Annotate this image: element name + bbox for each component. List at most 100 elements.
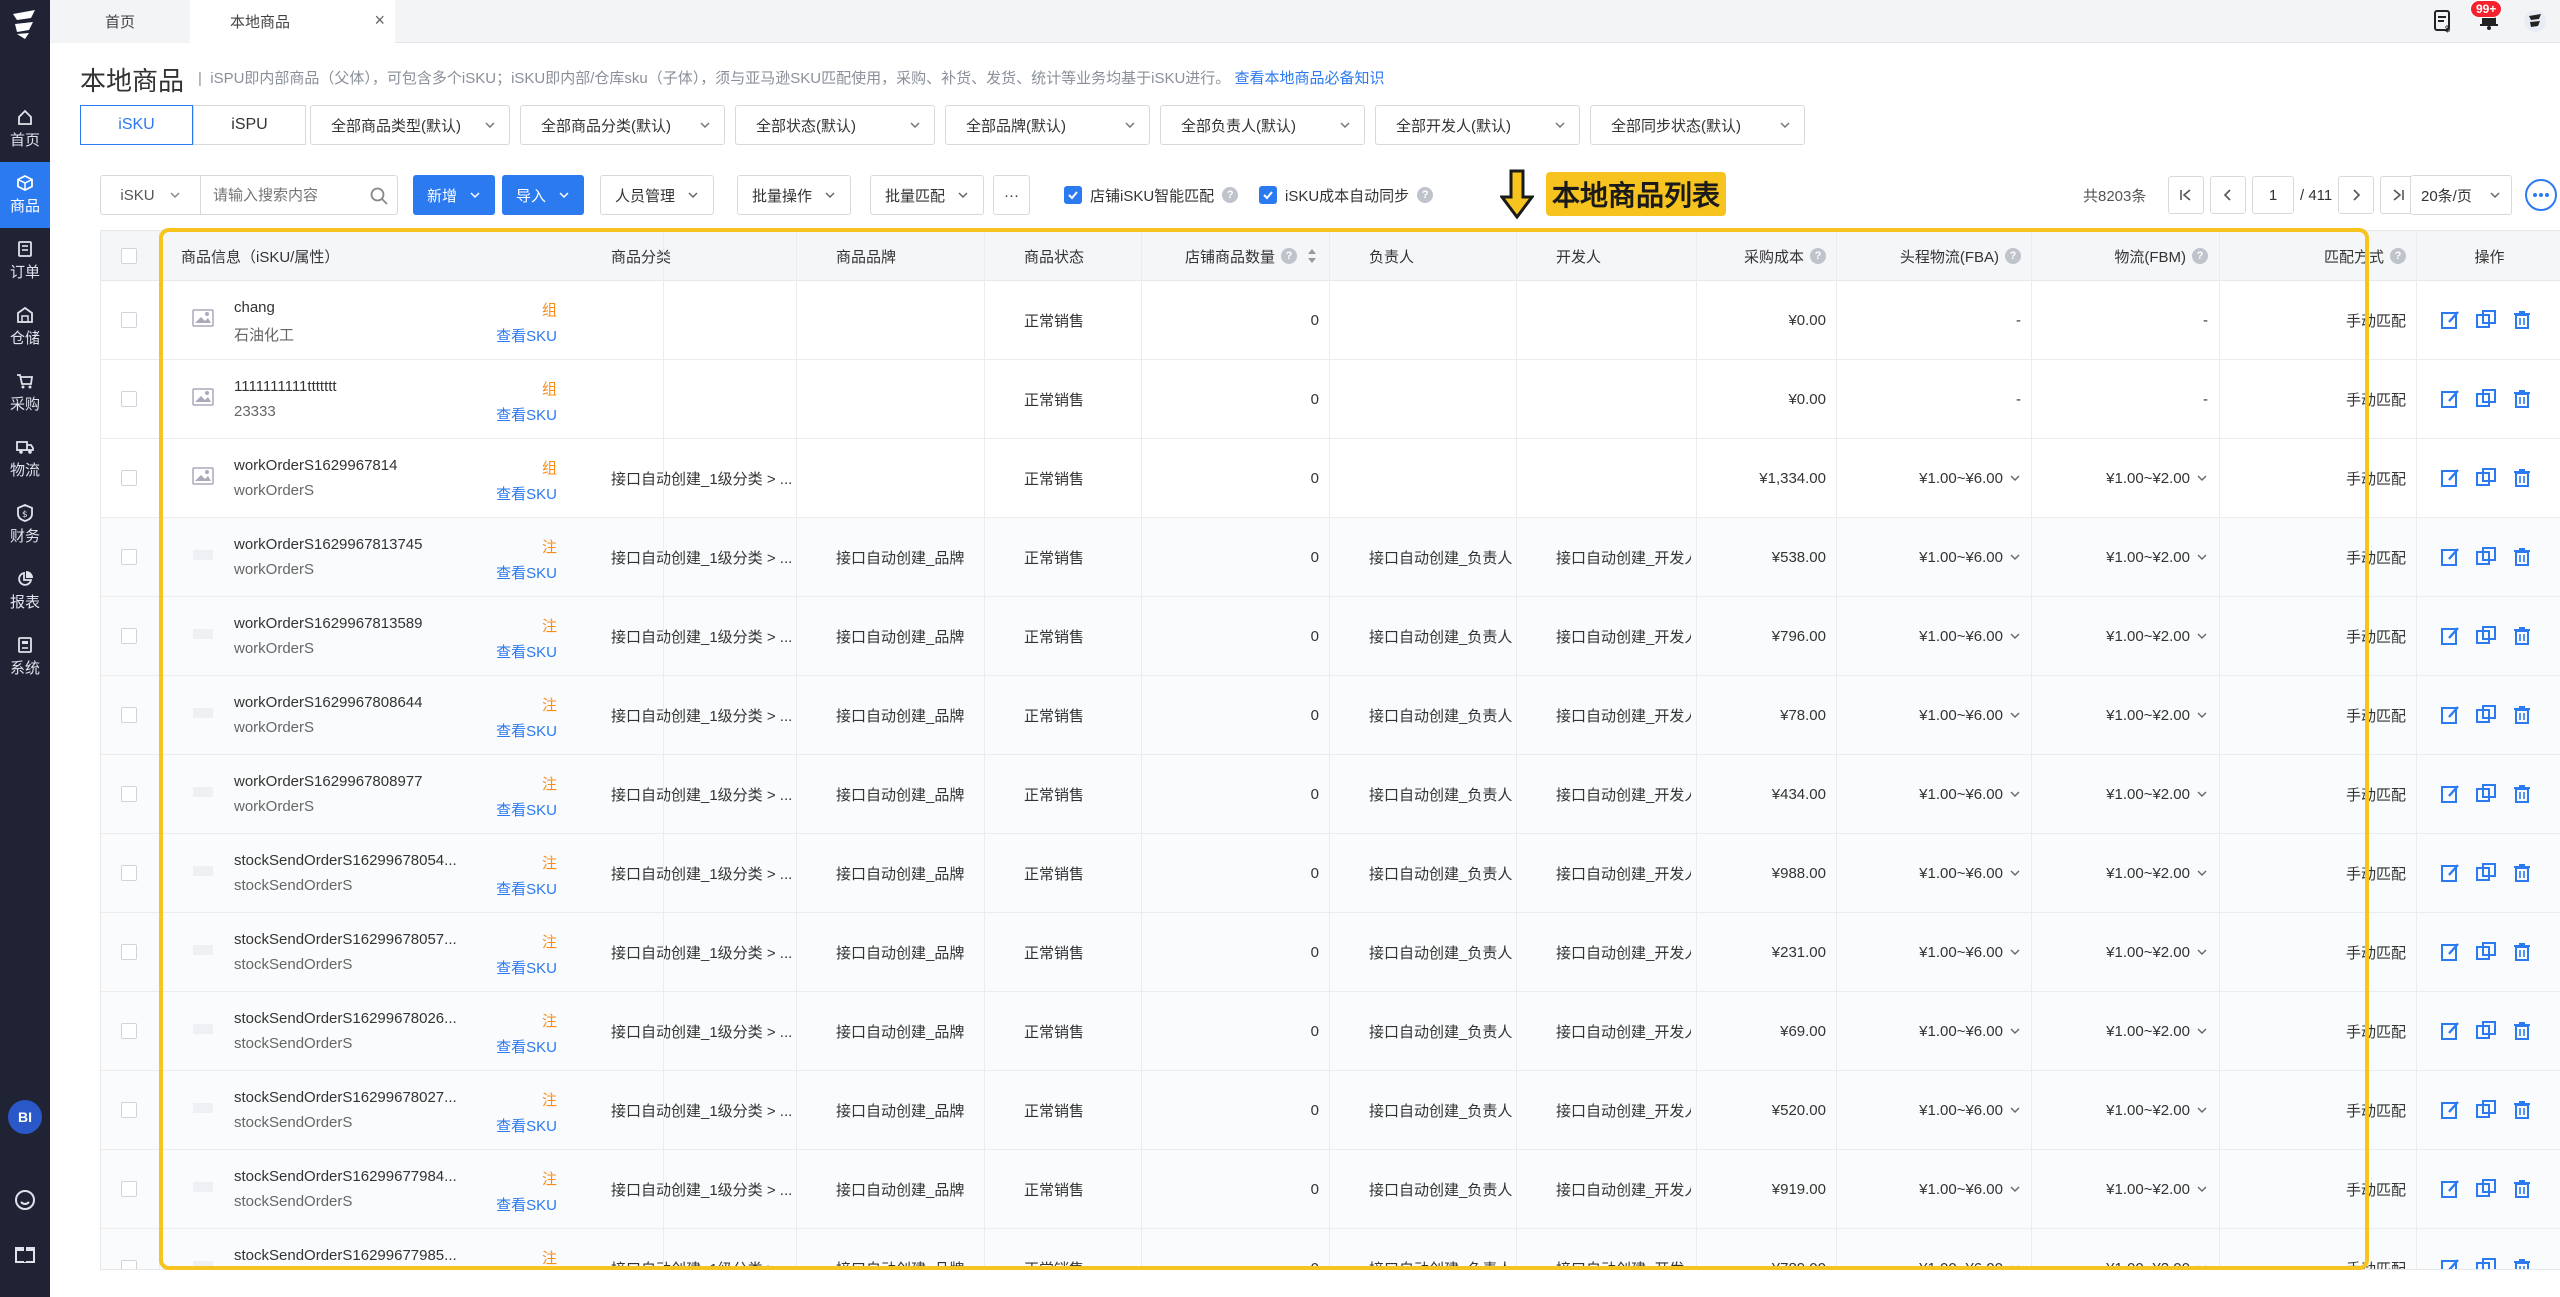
page-input[interactable]: 1	[2252, 176, 2294, 214]
select-all-checkbox[interactable]	[121, 231, 141, 281]
filter-select-1[interactable]: 全部商品分类(默认)	[520, 105, 725, 145]
delete-icon[interactable]	[2511, 546, 2533, 568]
edit-icon[interactable]	[2439, 1178, 2461, 1200]
table-row[interactable]: stockSendOrderS16299678057... stockSendOr…	[101, 913, 2560, 992]
copy-icon[interactable]	[2475, 862, 2497, 884]
fbm-cell[interactable]: ¥1.00~¥2.00	[2036, 676, 2208, 754]
fbm-cell[interactable]: ¥1.00~¥2.00	[2036, 834, 2208, 912]
help-icon[interactable]: ?	[2192, 248, 2208, 264]
fbm-cell[interactable]: -	[2036, 360, 2208, 438]
row-checkbox[interactable]	[121, 786, 137, 802]
delete-icon[interactable]	[2511, 1099, 2533, 1121]
edit-icon[interactable]	[2439, 388, 2461, 410]
batch-operation-button[interactable]: 批量操作	[737, 175, 852, 215]
chevron-down-icon[interactable]	[2009, 867, 2021, 879]
fba-cell[interactable]: ¥1.00~¥6.00	[1841, 834, 2021, 912]
fba-cell[interactable]: ¥1.00~¥6.00	[1841, 1150, 2021, 1228]
filter-select-2[interactable]: 全部状态(默认)	[735, 105, 935, 145]
add-button[interactable]: 新增	[413, 175, 496, 215]
help-icon[interactable]: ?	[1810, 248, 1826, 264]
chevron-down-icon[interactable]	[2196, 946, 2208, 958]
filter-select-0[interactable]: 全部商品类型(默认)	[310, 105, 510, 145]
delete-icon[interactable]	[2511, 1178, 2533, 1200]
sidebar-item-2[interactable]: 订单	[0, 228, 50, 294]
fba-cell[interactable]: ¥1.00~¥6.00	[1841, 992, 2021, 1070]
fbm-cell[interactable]: ¥1.00~¥2.00	[2036, 1071, 2208, 1149]
copy-icon[interactable]	[2475, 309, 2497, 331]
column-settings-button[interactable]	[2525, 179, 2557, 211]
sort-icon[interactable]	[1305, 247, 1319, 265]
chevron-down-icon[interactable]	[2009, 630, 2021, 642]
table-row[interactable]: 1111111111ttttttt 23333 组查看SKU 正常销售 0 ¥0.00 - -…	[101, 360, 2560, 439]
copy-icon[interactable]	[2475, 783, 2497, 805]
table-row[interactable]: workOrderS1629967808644 workOrderS 注查看SKU 接…	[101, 676, 2560, 755]
notification[interactable]: 99+	[2470, 0, 2503, 36]
chevron-down-icon[interactable]	[2196, 788, 2208, 800]
chevron-down-icon[interactable]	[2196, 551, 2208, 563]
fba-cell[interactable]: ¥1.00~¥6.00	[1841, 1071, 2021, 1149]
chevron-down-icon[interactable]	[2009, 709, 2021, 721]
checkbox-checked-icon[interactable]	[1064, 186, 1082, 204]
chevron-down-icon[interactable]	[2009, 551, 2021, 563]
edit-icon[interactable]	[2439, 625, 2461, 647]
smart-match-checkbox[interactable]: 店铺iSKU智能匹配?	[1064, 175, 1239, 215]
edit-icon[interactable]	[2439, 862, 2461, 884]
row-checkbox[interactable]	[121, 944, 137, 960]
chevron-down-icon[interactable]	[2009, 1183, 2021, 1195]
chevron-down-icon[interactable]	[2009, 1025, 2021, 1037]
filter-select-6[interactable]: 全部同步状态(默认)	[1590, 105, 1805, 145]
gift-icon[interactable]	[13, 1241, 37, 1265]
fba-cell[interactable]: ¥1.00~¥6.00	[1841, 597, 2021, 675]
view-sku-link[interactable]: 查看SKU	[496, 325, 557, 346]
view-sku-link[interactable]: 查看SKU	[496, 720, 557, 741]
delete-icon[interactable]	[2511, 467, 2533, 489]
tab-local-products[interactable]: 本地商品 ×	[190, 0, 395, 43]
fbm-cell[interactable]: ¥1.00~¥2.00	[2036, 597, 2208, 675]
user-avatar-icon[interactable]	[2522, 8, 2548, 34]
segment-isku[interactable]: iSKU	[80, 105, 193, 145]
chevron-down-icon[interactable]	[2196, 630, 2208, 642]
row-checkbox[interactable]	[121, 628, 137, 644]
close-icon[interactable]: ×	[374, 10, 385, 31]
task-list-icon[interactable]: $	[2430, 8, 2456, 34]
edit-icon[interactable]	[2439, 546, 2461, 568]
delete-icon[interactable]	[2511, 941, 2533, 963]
chevron-down-icon[interactable]	[2009, 472, 2021, 484]
checkbox-icon[interactable]	[121, 248, 137, 264]
edit-icon[interactable]	[2439, 467, 2461, 489]
delete-icon[interactable]	[2511, 309, 2533, 331]
sidebar-item-4[interactable]: 采购	[0, 360, 50, 426]
copy-icon[interactable]	[2475, 941, 2497, 963]
more-button[interactable]: ···	[993, 175, 1030, 215]
search-icon[interactable]	[369, 186, 389, 206]
chevron-down-icon[interactable]	[2196, 1025, 2208, 1037]
filter-select-3[interactable]: 全部品牌(默认)	[945, 105, 1150, 145]
segment-ispu[interactable]: iSPU	[193, 105, 306, 145]
edit-icon[interactable]	[2439, 1020, 2461, 1042]
edit-icon[interactable]	[2439, 704, 2461, 726]
table-row[interactable]: stockSendOrderS16299678026... stockSendOr…	[101, 992, 2560, 1071]
sidebar-item-5[interactable]: 物流	[0, 426, 50, 492]
fbm-cell[interactable]: -	[2036, 281, 2208, 359]
chevron-down-icon[interactable]	[2196, 709, 2208, 721]
copy-icon[interactable]	[2475, 704, 2497, 726]
chevron-down-icon[interactable]	[2196, 472, 2208, 484]
edit-icon[interactable]	[2439, 309, 2461, 331]
fbm-cell[interactable]: ¥1.00~¥2.00	[2036, 755, 2208, 833]
table-row[interactable]: stockSendOrderS16299677984... stockSendOr…	[101, 1150, 2560, 1229]
table-row[interactable]: stockSendOrderS16299678054... stockSendOr…	[101, 834, 2560, 913]
search-type-select[interactable]: iSKU	[101, 176, 201, 214]
chevron-down-icon[interactable]	[2009, 946, 2021, 958]
row-checkbox[interactable]	[121, 707, 137, 723]
help-icon[interactable]: ?	[2390, 248, 2406, 264]
table-row[interactable]: workOrderS1629967814 workOrderS 组查看SKU 接口自动…	[101, 439, 2560, 518]
tab-home[interactable]: 首页	[50, 0, 190, 43]
fbm-cell[interactable]: ¥1.00~¥2.00	[2036, 913, 2208, 991]
delete-icon[interactable]	[2511, 1020, 2533, 1042]
bi-avatar[interactable]: BI	[8, 1100, 42, 1134]
view-sku-link[interactable]: 查看SKU	[496, 1036, 557, 1057]
row-checkbox[interactable]	[121, 865, 137, 881]
copy-icon[interactable]	[2475, 1178, 2497, 1200]
next-page-button[interactable]	[2338, 176, 2375, 214]
fba-cell[interactable]: ¥1.00~¥6.00	[1841, 755, 2021, 833]
